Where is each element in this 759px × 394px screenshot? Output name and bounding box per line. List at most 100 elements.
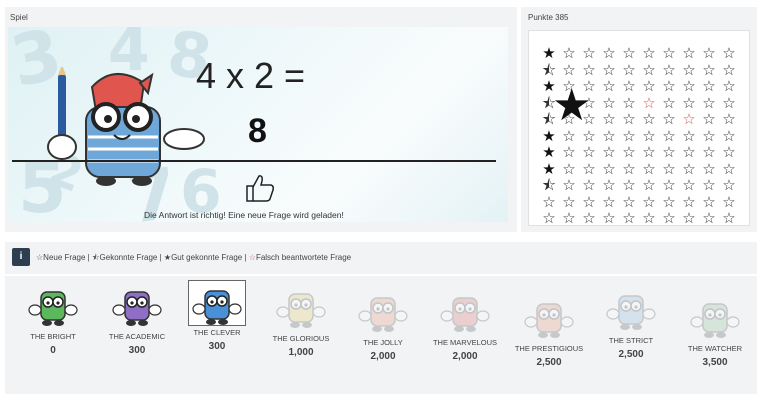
star-empty-icon: ☆	[602, 209, 616, 227]
star-empty-icon: ☆	[702, 110, 716, 128]
level-points: 0	[50, 345, 56, 356]
star-empty-icon: ☆	[582, 209, 596, 227]
level-name: THE WATCHER	[687, 344, 743, 353]
level-name: THE STRICT	[608, 336, 654, 345]
star-empty-icon: ☆	[622, 126, 636, 145]
star-empty-icon: ☆	[602, 110, 616, 128]
level-card[interactable]: THE PRESTIGIOUS 2,500	[509, 276, 589, 368]
level-mascot-icon	[28, 291, 78, 326]
star-empty-icon: ☆	[722, 143, 736, 161]
star-empty-icon: ☆	[562, 44, 576, 62]
level-mascot-icon	[690, 303, 740, 338]
star-empty-icon: ☆	[702, 93, 716, 112]
star-wrong-icon: ☆	[642, 93, 656, 112]
star-empty-icon: ☆	[682, 77, 696, 95]
level-card[interactable]: THE MARVELOUS 2,000	[425, 276, 505, 362]
star-empty-icon: ☆	[602, 93, 616, 112]
level-mascot	[111, 284, 163, 330]
star-empty-icon: ☆	[622, 110, 636, 128]
star-empty-icon: ☆	[642, 126, 656, 145]
level-mascot-icon	[606, 295, 656, 330]
star-empty-icon: ☆	[642, 192, 656, 211]
legend: ☆ Neue Frage | ⯪Gekonnte Frage | ★Gut gek…	[36, 252, 351, 266]
star-empty-icon: ☆	[682, 93, 696, 112]
level-name: THE MARVELOUS	[432, 338, 498, 347]
star-empty-icon: ☆	[662, 192, 676, 211]
game-page: Spiel Punkte 385 3 4 8 5 7 6 2 4 x 2 = 8…	[0, 0, 759, 394]
level-points: 2,000	[370, 351, 396, 362]
level-mascot	[605, 288, 657, 334]
star-empty-icon: ☆	[622, 60, 636, 79]
star-empty-icon: ☆	[642, 143, 656, 161]
star-empty-icon: ☆	[622, 192, 636, 211]
star-empty-icon: ☆	[642, 209, 656, 227]
star-empty-icon: ☆	[662, 60, 676, 79]
level-card[interactable]: THE STRICT 2,500	[591, 276, 671, 360]
star-empty-icon: ☆	[702, 192, 716, 211]
level-name: THE GLORIOUS	[272, 334, 330, 343]
level-list: THE BRIGHT 0 THE ACADEMIC 300 THE CLEVER 30…	[5, 276, 757, 394]
star-empty-icon: ☆	[602, 44, 616, 62]
level-mascot	[439, 290, 491, 336]
star-empty-icon: ☆	[702, 77, 716, 95]
star-empty-icon: ☆	[642, 44, 656, 62]
star-empty-icon: ☆	[682, 159, 696, 178]
star-empty-icon: ☆	[682, 192, 696, 211]
level-card[interactable]: THE ACADEMIC 300	[97, 276, 177, 356]
star-empty-icon: ☆	[702, 143, 716, 161]
level-card[interactable]: THE WATCHER 3,500	[675, 276, 755, 368]
star-empty-icon: ☆	[622, 77, 636, 95]
level-card[interactable]: THE JOLLY 2,000	[343, 276, 423, 362]
level-mascot-icon	[276, 293, 326, 328]
star-empty-icon: ☆	[542, 209, 556, 227]
level-mascot-icon	[358, 297, 408, 332]
star-half-icon: ⯪	[541, 60, 557, 79]
star-empty-icon: ☆	[542, 192, 556, 211]
star-empty-icon: ☆	[622, 159, 636, 178]
info-button[interactable]: i	[12, 248, 30, 266]
star-empty-icon: ☆	[682, 44, 696, 62]
level-mascot-icon	[112, 291, 162, 326]
star-empty-icon: ☆	[682, 176, 696, 194]
level-points: 2,500	[536, 357, 562, 368]
answer-value: 8	[248, 112, 267, 150]
star-empty-icon: ☆	[662, 159, 676, 178]
level-card[interactable]: THE GLORIOUS 1,000	[261, 276, 341, 358]
level-name: THE BRIGHT	[30, 332, 76, 341]
level-card[interactable]: THE CLEVER 300	[177, 276, 257, 352]
level-points: 300	[128, 345, 146, 356]
star-empty-icon: ☆	[702, 176, 716, 194]
star-grid: ★ ☆ ☆ ☆ ☆ ☆ ☆ ☆ ☆ ☆ ⯪ ☆ ☆ ☆ ☆ ☆ ☆ ☆ ☆ ☆ ★ ☆ ☆ ☆ ☆ ☆ ☆ ☆ ☆ ☆ ⯪ ☆ ☆ ☆ ☆ ☆ ☆ ☆ ☆ ☆…	[539, 45, 739, 227]
star-empty-icon: ☆	[622, 176, 636, 194]
level-points: 300	[208, 341, 226, 352]
star-empty-icon: ☆	[662, 110, 676, 128]
star-empty-icon: ☆	[642, 110, 656, 128]
current-question-star-icon: ★	[552, 80, 592, 131]
star-empty-icon: ☆	[642, 77, 656, 95]
star-empty-icon: ☆	[702, 159, 716, 178]
level-card[interactable]: THE BRIGHT 0	[13, 276, 93, 356]
star-empty-icon: ☆	[702, 209, 716, 227]
star-empty-icon: ☆	[642, 159, 656, 178]
level-mascot	[357, 290, 409, 336]
level-mascot-icon	[524, 303, 574, 338]
selected-level-frame	[188, 280, 246, 326]
star-empty-icon: ☆	[722, 126, 736, 145]
star-empty-icon: ☆	[642, 176, 656, 194]
star-empty-icon: ☆	[562, 176, 576, 194]
star-empty-icon: ☆	[722, 110, 736, 128]
star-solid-icon: ★	[542, 44, 556, 62]
star-wrong-icon: ☆	[682, 110, 696, 128]
star-empty-icon: ☆	[602, 77, 616, 95]
legend-wrong-question: Falsch beantwortete Frage	[255, 253, 352, 262]
star-empty-icon: ☆	[622, 93, 636, 112]
level-points: 2,500	[618, 349, 644, 360]
star-empty-icon: ☆	[722, 192, 736, 211]
level-mascot	[689, 296, 741, 342]
star-empty-icon: ☆	[682, 60, 696, 79]
legend-new-question: Neue Frage |	[43, 253, 90, 262]
star-empty-icon: ☆	[562, 159, 576, 178]
level-points: 2,000	[452, 351, 478, 362]
star-empty-icon: ☆	[722, 176, 736, 194]
level-name: THE PRESTIGIOUS	[514, 344, 584, 353]
